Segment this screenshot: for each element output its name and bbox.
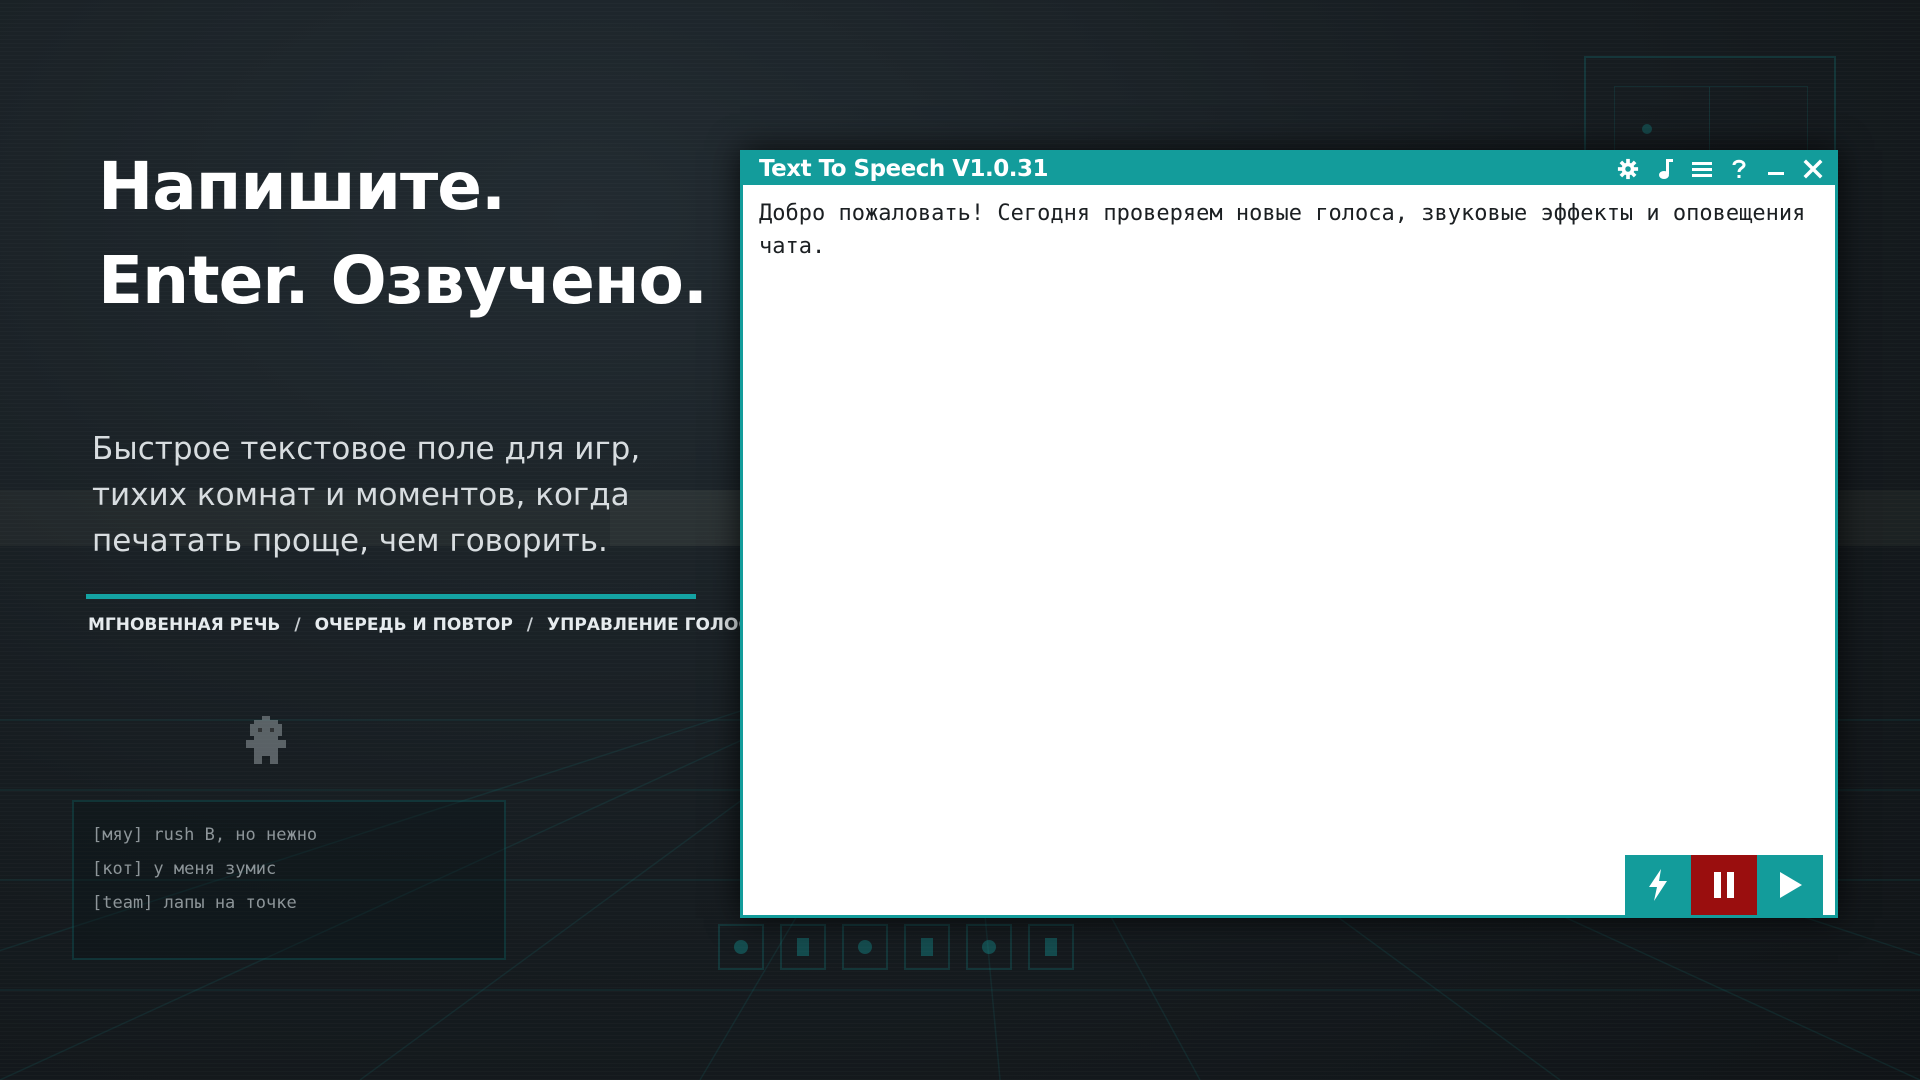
square-icon: [1045, 938, 1057, 956]
play-button[interactable]: [1757, 855, 1823, 915]
decorative-cell: [904, 924, 950, 970]
hero-headline: Напишите. Enter. Озвучено.: [98, 140, 708, 328]
chat-line: [team] лапы на точке: [92, 893, 297, 913]
hero-subtitle: Быстрое текстовое поле для игр, тихих ко…: [92, 431, 641, 559]
accent-rule: [86, 594, 696, 599]
settings-button[interactable]: [1613, 153, 1643, 185]
feature-instant-speech: МГНОВЕННАЯ РЕЧЬ: [88, 615, 281, 635]
dot-icon: [982, 940, 996, 954]
minimize-icon: [1768, 172, 1784, 175]
close-icon: [1803, 159, 1823, 179]
landing-stage: Напишите. Enter. Озвучено. Быстрое текст…: [0, 0, 1920, 1080]
decorative-cell: [718, 924, 764, 970]
flash-icon: [1649, 869, 1667, 901]
pause-button[interactable]: [1691, 855, 1757, 915]
close-button[interactable]: [1798, 153, 1828, 185]
square-icon: [797, 938, 809, 956]
decorative-cell: [842, 924, 888, 970]
instant-speak-button[interactable]: [1625, 855, 1691, 915]
music-note-icon: [1659, 159, 1673, 179]
gear-icon: [1617, 158, 1639, 180]
tts-app-window: Text To Speech V1.0.31 Добро пожаловать!…: [740, 150, 1838, 918]
hero-headline-line1: Напишите.: [98, 148, 506, 225]
playback-controls: [1625, 855, 1823, 915]
minimize-button[interactable]: [1761, 153, 1791, 185]
feature-separator: /: [526, 615, 534, 635]
menu-icon: [1692, 162, 1712, 177]
window-titlebar[interactable]: Text To Speech V1.0.31: [743, 153, 1835, 185]
square-icon: [921, 938, 933, 956]
decorative-cell: [1028, 924, 1074, 970]
feature-list: МГНОВЕННАЯ РЕЧЬ / ОЧЕРЕДЬ И ПОВТОР / УПРАВЛЕ…: [88, 610, 740, 640]
dot-icon: [734, 940, 748, 954]
feature-voice-control: УПРАВЛЕНИЕ ГОЛОСОМ: [547, 615, 740, 635]
chat-preview-panel: [мяу] rush B, но нежно [кот] у меня зуми…: [72, 800, 506, 960]
decorative-icon-row: [718, 924, 1090, 976]
help-icon: [1732, 159, 1746, 178]
help-button[interactable]: [1724, 153, 1754, 185]
decorative-cell: [780, 924, 826, 970]
chat-line: [мяу] rush B, но нежно: [92, 825, 318, 845]
feature-separator: /: [294, 615, 301, 635]
pause-icon: [1714, 872, 1734, 898]
menu-button[interactable]: [1687, 153, 1717, 185]
dot-icon: [858, 940, 872, 954]
sound-effects-button[interactable]: [1650, 153, 1680, 185]
play-icon: [1780, 872, 1802, 898]
speech-text-input[interactable]: Добро пожаловать! Сегодня проверяем новы…: [743, 185, 1835, 915]
chat-line: [кот] у меня зумис: [92, 859, 277, 879]
window-title: Text To Speech V1.0.31: [759, 156, 1049, 182]
feature-queue-replay: ОЧЕРЕДЬ И ПОВТОР: [314, 615, 513, 635]
decorative-cell: [966, 924, 1012, 970]
decorative-dot: [1642, 124, 1652, 134]
robot-mascot-icon: [246, 716, 286, 764]
hero-headline-line2: Enter. Озвучено.: [98, 242, 708, 319]
